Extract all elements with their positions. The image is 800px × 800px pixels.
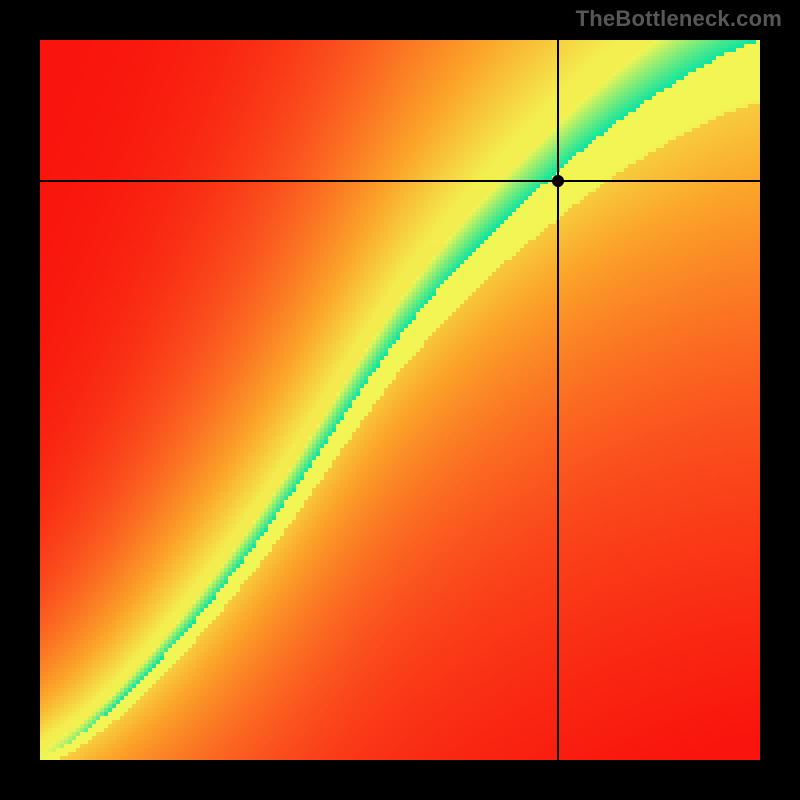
- figure-stage: TheBottleneck.com: [0, 0, 800, 800]
- watermark-text: TheBottleneck.com: [576, 6, 782, 32]
- heatmap-canvas: [40, 40, 760, 760]
- heatmap-plot: [40, 40, 760, 760]
